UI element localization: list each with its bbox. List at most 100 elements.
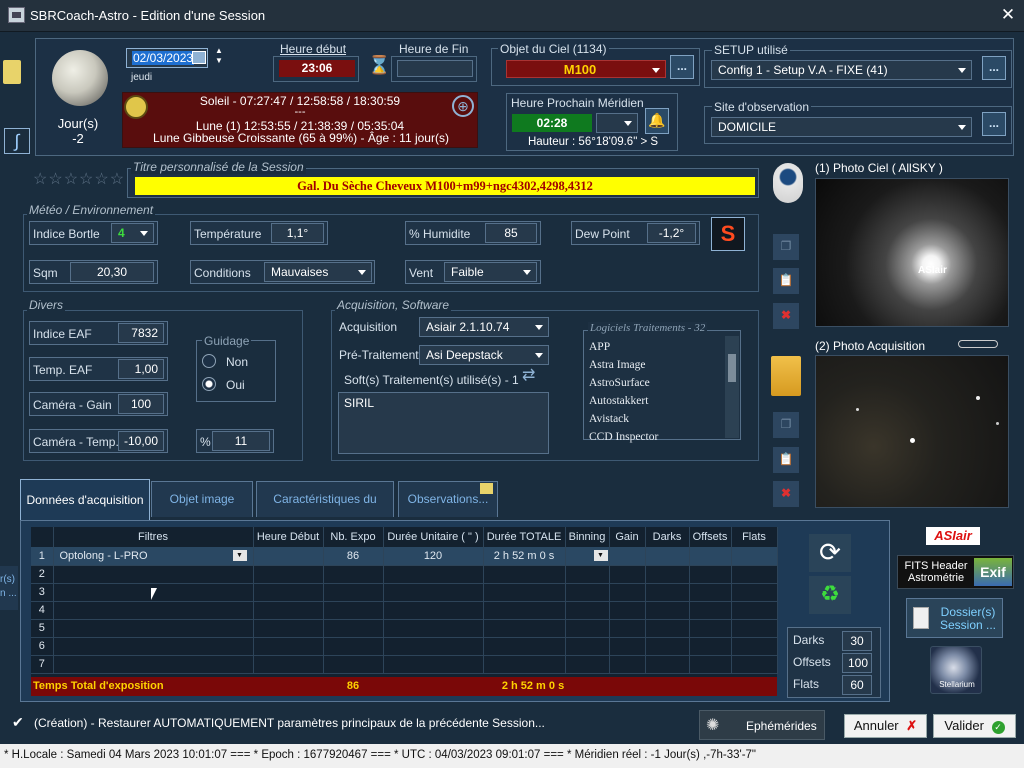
date-spinner[interactable]: ▲ ▼ [212,46,226,68]
guidage-non-radio[interactable] [202,354,216,368]
fits-exif-button[interactable]: FITS Header Astrométrie Exif [897,555,1014,589]
valider-button[interactable]: Valider ✓ [933,714,1016,738]
objet-select[interactable]: M100 [506,60,666,78]
cell-unit[interactable]: 120 [383,547,484,566]
folder-icon[interactable] [771,356,801,396]
vent-select[interactable]: Faible [444,262,537,282]
table-row[interactable]: 1 Optolong - L-PRO ▼ 86 120 2 h 52 m 0 s … [31,547,778,566]
delete-photo2-icon[interactable]: ✖ [773,481,799,507]
filters-grid[interactable]: Filtres Heure Début Nb. Expo Durée Unita… [31,527,778,696]
calendar-icon[interactable] [192,51,206,64]
cell-darks[interactable] [645,547,690,566]
col-filtres[interactable]: Filtres [53,527,254,547]
stellarium-icon[interactable]: Stellarium [930,646,982,694]
table-row[interactable]: 7 [31,655,778,674]
meridien-select[interactable] [596,113,638,133]
swap-arrows-icon[interactable]: ⇄ [522,368,550,386]
dew-field[interactable]: -1,2° [647,223,696,243]
sqm-field[interactable]: 20,30 [70,262,154,282]
logiciels-scrollbar[interactable] [725,336,739,438]
ctemp-field[interactable]: -10,00 [118,431,164,451]
paste2-icon[interactable]: 📋 [773,447,799,473]
cell-gain[interactable] [609,547,646,566]
tab-donnees-acquisition[interactable]: Données d'acquisition [20,479,150,521]
star-icon[interactable]: ☆ [33,171,48,188]
setup-more-button[interactable]: ... [982,56,1006,80]
site-more-button[interactable]: ... [982,112,1006,136]
logiciel-item[interactable]: Avistack [589,410,719,428]
meridien-value[interactable]: 02:28 [512,114,592,132]
star-icon[interactable]: ☆ [48,171,63,188]
table-row[interactable]: 2 [31,565,778,584]
delete-photo1-icon[interactable]: ✖ [773,303,799,329]
restore-checkbox[interactable]: ✔ [12,715,27,730]
flats-field[interactable]: 60 [842,675,872,695]
star-icon[interactable]: ☆ [64,171,79,188]
col-darks[interactable]: Darks [645,527,690,547]
table-row[interactable]: 3 [31,583,778,602]
temp-field[interactable]: 1,1° [271,223,324,243]
heure-fin-value[interactable] [397,60,473,77]
logiciel-item[interactable]: Autostakkert [589,392,719,410]
star-icon[interactable]: ☆ [110,171,125,188]
eaf-field[interactable]: 7832 [118,323,164,343]
paste-icon[interactable]: 📋 [773,268,799,294]
col-nb-expo[interactable]: Nb. Expo [323,527,384,547]
table-row[interactable]: 6 [31,637,778,656]
logiciel-item[interactable]: CCD Inspector [589,428,719,446]
titre-field[interactable]: Gal. Du Sèche Cheveux M100+m99+ngc4302,4… [135,177,755,195]
soft-used-list[interactable]: SIRIL [338,392,549,454]
star-icon[interactable]: ☆ [79,171,94,188]
table-row[interactable]: 4 [31,601,778,620]
col-duree-totale[interactable]: Durée TOTALE [483,527,566,547]
cell-expo[interactable]: 86 [323,547,384,566]
cell-debut[interactable] [253,547,324,566]
logiciel-item[interactable]: APP [589,338,719,356]
site-select[interactable]: DOMICILE [711,117,972,137]
cell-flats[interactable] [731,547,778,566]
table-row[interactable]: 5 [31,619,778,638]
restore-label[interactable]: (Création) - Restaurer AUTOMATIQUEMENT p… [34,716,545,730]
cond-select[interactable]: Mauvaises [264,262,372,282]
offsets-field[interactable]: 100 [842,653,872,673]
heure-debut-value[interactable]: 23:06 [279,60,355,77]
teaf-field[interactable]: 1,00 [118,359,164,379]
acq-select[interactable]: Asiair 2.1.10.74 [419,317,549,337]
logiciel-item[interactable]: Astra Image [589,356,719,374]
copy-icon[interactable]: ❐ [773,234,799,260]
col-binning[interactable]: Binning [565,527,610,547]
refresh-icon[interactable]: ⟳ [809,534,851,572]
gain-field[interactable]: 100 [118,394,164,414]
tab-objet-image[interactable]: Objet image [151,481,253,517]
rating-stars[interactable]: ☆☆☆☆☆☆ [33,169,125,189]
pre-select[interactable]: Asi Deepstack [419,345,549,365]
tab-setup[interactable]: Caractéristiques du Setup [256,481,394,540]
filtre-dropdown-icon[interactable]: ▼ [232,550,247,561]
copy2-icon[interactable]: ❐ [773,412,799,438]
webcam-icon[interactable] [773,163,803,203]
soft-used-item[interactable]: SIRIL [344,396,374,410]
logiciel-item[interactable]: AstroSurface [589,374,719,392]
globe-icon[interactable]: ⊕ [452,95,474,117]
star-icon[interactable]: ☆ [94,171,109,188]
pct-field[interactable]: 11 [212,431,270,451]
darks-field[interactable]: 30 [842,631,872,651]
close-icon[interactable]: ✕ [996,4,1020,26]
col-flats[interactable]: Flats [731,527,778,547]
bell-icon[interactable]: 🔔 [645,108,669,134]
weather-app-icon[interactable]: S [711,217,745,251]
cell-filtre[interactable]: Optolong - L-PRO ▼ [53,547,254,566]
objet-more-button[interactable]: ... [670,55,694,79]
asiair-logo[interactable]: ASIair [926,527,980,545]
col-offsets[interactable]: Offsets [689,527,732,547]
bortle-select[interactable]: 4 [111,223,154,243]
photo-acq-image[interactable] [815,355,1009,508]
dossier-session-button[interactable]: Dossier(s) Session ... [906,598,1003,638]
side-tab-cut[interactable]: r(s) n ... [0,566,18,610]
annuler-button[interactable]: Annuler ✗ [844,714,927,738]
col-gain[interactable]: Gain [609,527,646,547]
ephemerides-button[interactable]: ✺ Ephémérides [699,710,825,740]
setup-select[interactable]: Config 1 - Setup V.A - FIXE (41) [711,60,972,80]
recycle-bin-icon[interactable]: ♻ [809,576,851,614]
col-duree-unitaire[interactable]: Durée Unitaire ( " ) [383,527,484,547]
